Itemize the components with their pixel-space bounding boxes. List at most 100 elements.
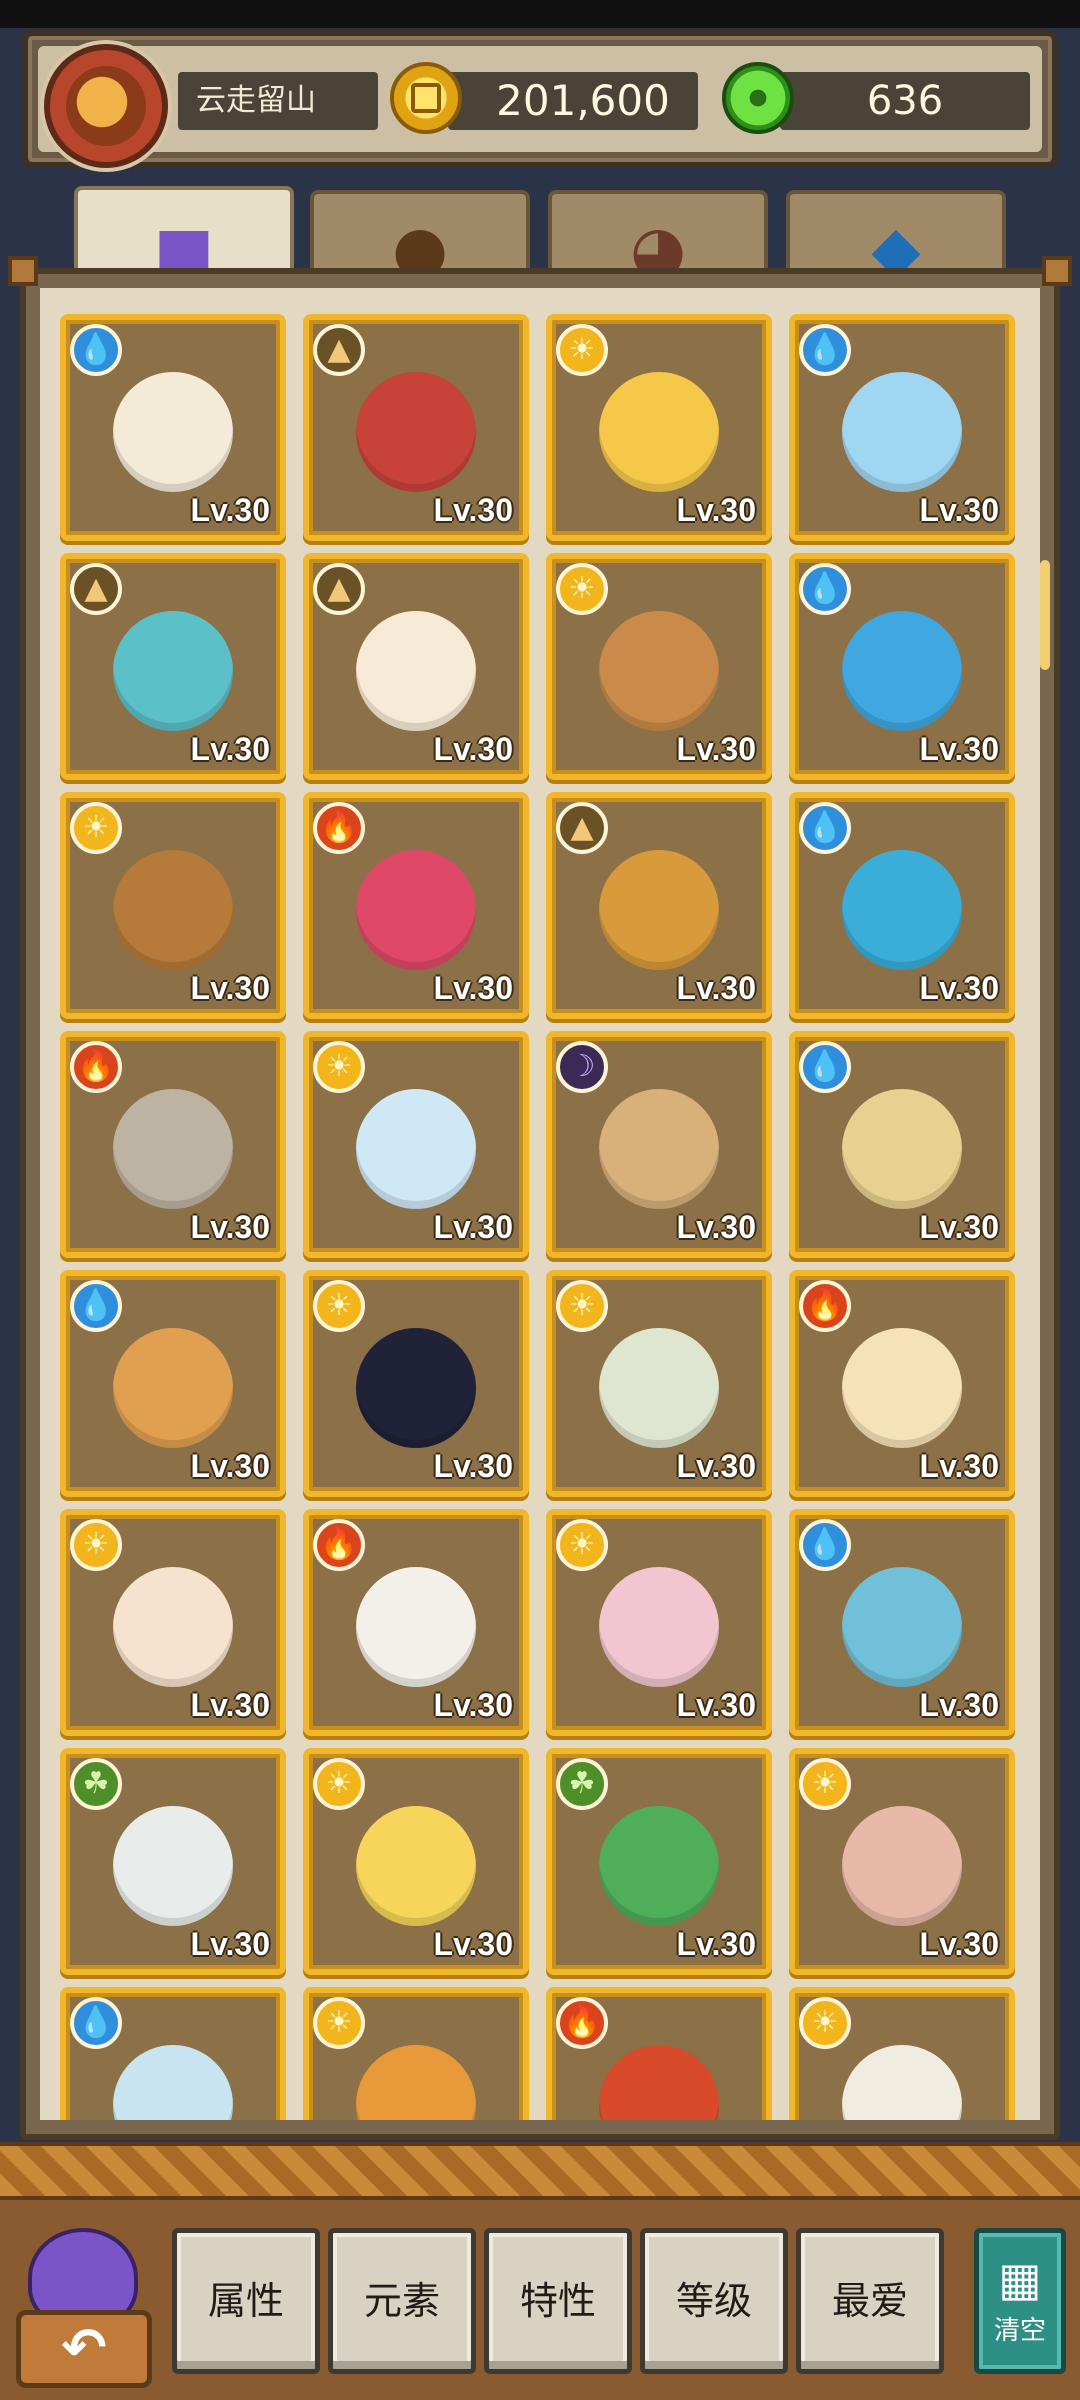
monster-card[interactable]: ☀: [303, 1987, 529, 2120]
earth-element-icon: ▲: [556, 802, 608, 854]
light-element-icon: ☀: [313, 1280, 365, 1332]
monster-card[interactable]: 💧 Lv.30: [789, 553, 1015, 780]
monster-card[interactable]: ☀ Lv.30: [546, 553, 772, 780]
level-label: Lv.30: [919, 731, 999, 767]
scrollbar[interactable]: [1040, 560, 1050, 670]
monster-card[interactable]: ☽ Lv.30: [546, 1031, 772, 1258]
wood-border: [0, 2142, 1080, 2200]
monster-card[interactable]: ☘ Lv.30: [546, 1748, 772, 1975]
monster-card[interactable]: ☀ Lv.30: [60, 792, 286, 1019]
level-label: Lv.30: [433, 1209, 513, 1245]
filter-attribute-button[interactable]: 属性: [172, 2228, 320, 2374]
monster-card[interactable]: ▲ Lv.30: [303, 314, 529, 541]
light-element-icon: ☀: [799, 1997, 851, 2049]
filter-level-button[interactable]: 等级: [640, 2228, 788, 2374]
monster-card[interactable]: 💧 Lv.30: [60, 314, 286, 541]
collection-panel: 💧 Lv.30 ▲ Lv.30 ☀ Lv.30 💧 Lv.30 ▲ Lv.30 ▲ Lv.30 ☀ Lv.…: [8, 256, 1072, 2140]
monster-portrait-icon: [113, 2044, 233, 2120]
nature-element-icon: ☘: [70, 1758, 122, 1810]
filter-trait-button[interactable]: 特性: [484, 2228, 632, 2374]
header-plate: 云走留山 201,600 636: [38, 44, 1042, 168]
water-element-icon: 💧: [70, 1280, 122, 1332]
light-element-icon: ☀: [313, 1997, 365, 2049]
player-avatar[interactable]: [44, 44, 168, 168]
light-element-icon: ☀: [70, 802, 122, 854]
light-element-icon: ☀: [556, 563, 608, 615]
monster-card[interactable]: 💧 Lv.30: [789, 314, 1015, 541]
nature-element-icon: ☘: [556, 1758, 608, 1810]
monster-card[interactable]: 🔥 Lv.30: [60, 1031, 286, 1258]
monster-portrait-icon: [113, 371, 233, 492]
water-element-icon: 💧: [799, 563, 851, 615]
monster-card[interactable]: ▲ Lv.30: [303, 553, 529, 780]
monster-card[interactable]: ☀: [789, 1987, 1015, 2120]
level-label: Lv.30: [190, 1926, 270, 1962]
light-element-icon: ☀: [70, 1519, 122, 1571]
light-element-icon: ☀: [313, 1041, 365, 1093]
back-arrow-icon: ↶: [16, 2310, 152, 2388]
monster-card[interactable]: 💧: [60, 1987, 286, 2120]
panel-corner: [1042, 256, 1072, 286]
monster-card[interactable]: ▲ Lv.30: [60, 553, 286, 780]
monster-portrait-icon: [842, 849, 962, 970]
avatar-portrait-icon: [66, 66, 146, 146]
monster-card[interactable]: 🔥 Lv.30: [789, 1270, 1015, 1497]
water-element-icon: 💧: [799, 802, 851, 854]
gold-coin-icon: [390, 62, 462, 134]
level-label: Lv.30: [919, 1687, 999, 1723]
level-label: Lv.30: [919, 1448, 999, 1484]
level-label: Lv.30: [190, 731, 270, 767]
clear-button[interactable]: ▦ 清空: [974, 2228, 1066, 2374]
monster-card[interactable]: ☀ Lv.30: [60, 1509, 286, 1736]
level-label: Lv.30: [190, 1687, 270, 1723]
level-label: Lv.30: [676, 1448, 756, 1484]
dark-element-icon: ☽: [556, 1041, 608, 1093]
monster-card[interactable]: ☀ Lv.30: [789, 1748, 1015, 1975]
level-label: Lv.30: [190, 970, 270, 1006]
monster-card[interactable]: ☀ Lv.30: [546, 1270, 772, 1497]
monster-portrait-icon: [599, 371, 719, 492]
filter-element-button[interactable]: 元素: [328, 2228, 476, 2374]
water-element-icon: 💧: [70, 1997, 122, 2049]
water-element-icon: 💧: [799, 1519, 851, 1571]
monster-portrait-icon: [842, 1805, 962, 1926]
monster-portrait-icon: [113, 1805, 233, 1926]
monster-card[interactable]: ☀ Lv.30: [303, 1031, 529, 1258]
level-label: Lv.30: [433, 970, 513, 1006]
level-label: Lv.30: [190, 1448, 270, 1484]
monster-portrait-icon: [842, 1088, 962, 1209]
monster-portrait-icon: [599, 1566, 719, 1687]
monster-card[interactable]: ☀ Lv.30: [303, 1270, 529, 1497]
monster-card[interactable]: 💧 Lv.30: [789, 792, 1015, 1019]
monster-portrait-icon: [113, 1566, 233, 1687]
monster-card[interactable]: 💧 Lv.30: [789, 1031, 1015, 1258]
monster-card[interactable]: ▲ Lv.30: [546, 792, 772, 1019]
filter-favorite-button[interactable]: 最爱: [796, 2228, 944, 2374]
monster-card[interactable]: ☀ Lv.30: [546, 1509, 772, 1736]
panel-inner: 💧 Lv.30 ▲ Lv.30 ☀ Lv.30 💧 Lv.30 ▲ Lv.30 ▲ Lv.30 ☀ Lv.…: [40, 288, 1040, 2120]
monster-card[interactable]: ☘ Lv.30: [60, 1748, 286, 1975]
player-header: 云走留山 201,600 636: [22, 30, 1058, 168]
monster-portrait-icon: [842, 1327, 962, 1448]
monster-portrait-icon: [599, 2044, 719, 2120]
monster-card[interactable]: 🔥 Lv.30: [303, 1509, 529, 1736]
monster-card[interactable]: 🔥 Lv.30: [303, 792, 529, 1019]
level-label: Lv.30: [433, 492, 513, 528]
monster-portrait-icon: [356, 1566, 476, 1687]
back-button[interactable]: ↶: [14, 2228, 154, 2388]
level-label: Lv.30: [676, 970, 756, 1006]
monster-portrait-icon: [356, 610, 476, 731]
monster-card[interactable]: 💧 Lv.30: [60, 1270, 286, 1497]
level-label: Lv.30: [190, 492, 270, 528]
monster-portrait-icon: [842, 2044, 962, 2120]
monster-portrait-icon: [113, 1088, 233, 1209]
monster-portrait-icon: [599, 1327, 719, 1448]
light-element-icon: ☀: [556, 1280, 608, 1332]
monster-card[interactable]: ☀ Lv.30: [546, 314, 772, 541]
water-element-icon: 💧: [799, 1041, 851, 1093]
level-label: Lv.30: [676, 1687, 756, 1723]
monster-card[interactable]: 💧 Lv.30: [789, 1509, 1015, 1736]
monster-card[interactable]: 🔥: [546, 1987, 772, 2120]
monster-card[interactable]: ☀ Lv.30: [303, 1748, 529, 1975]
fire-element-icon: 🔥: [70, 1041, 122, 1093]
